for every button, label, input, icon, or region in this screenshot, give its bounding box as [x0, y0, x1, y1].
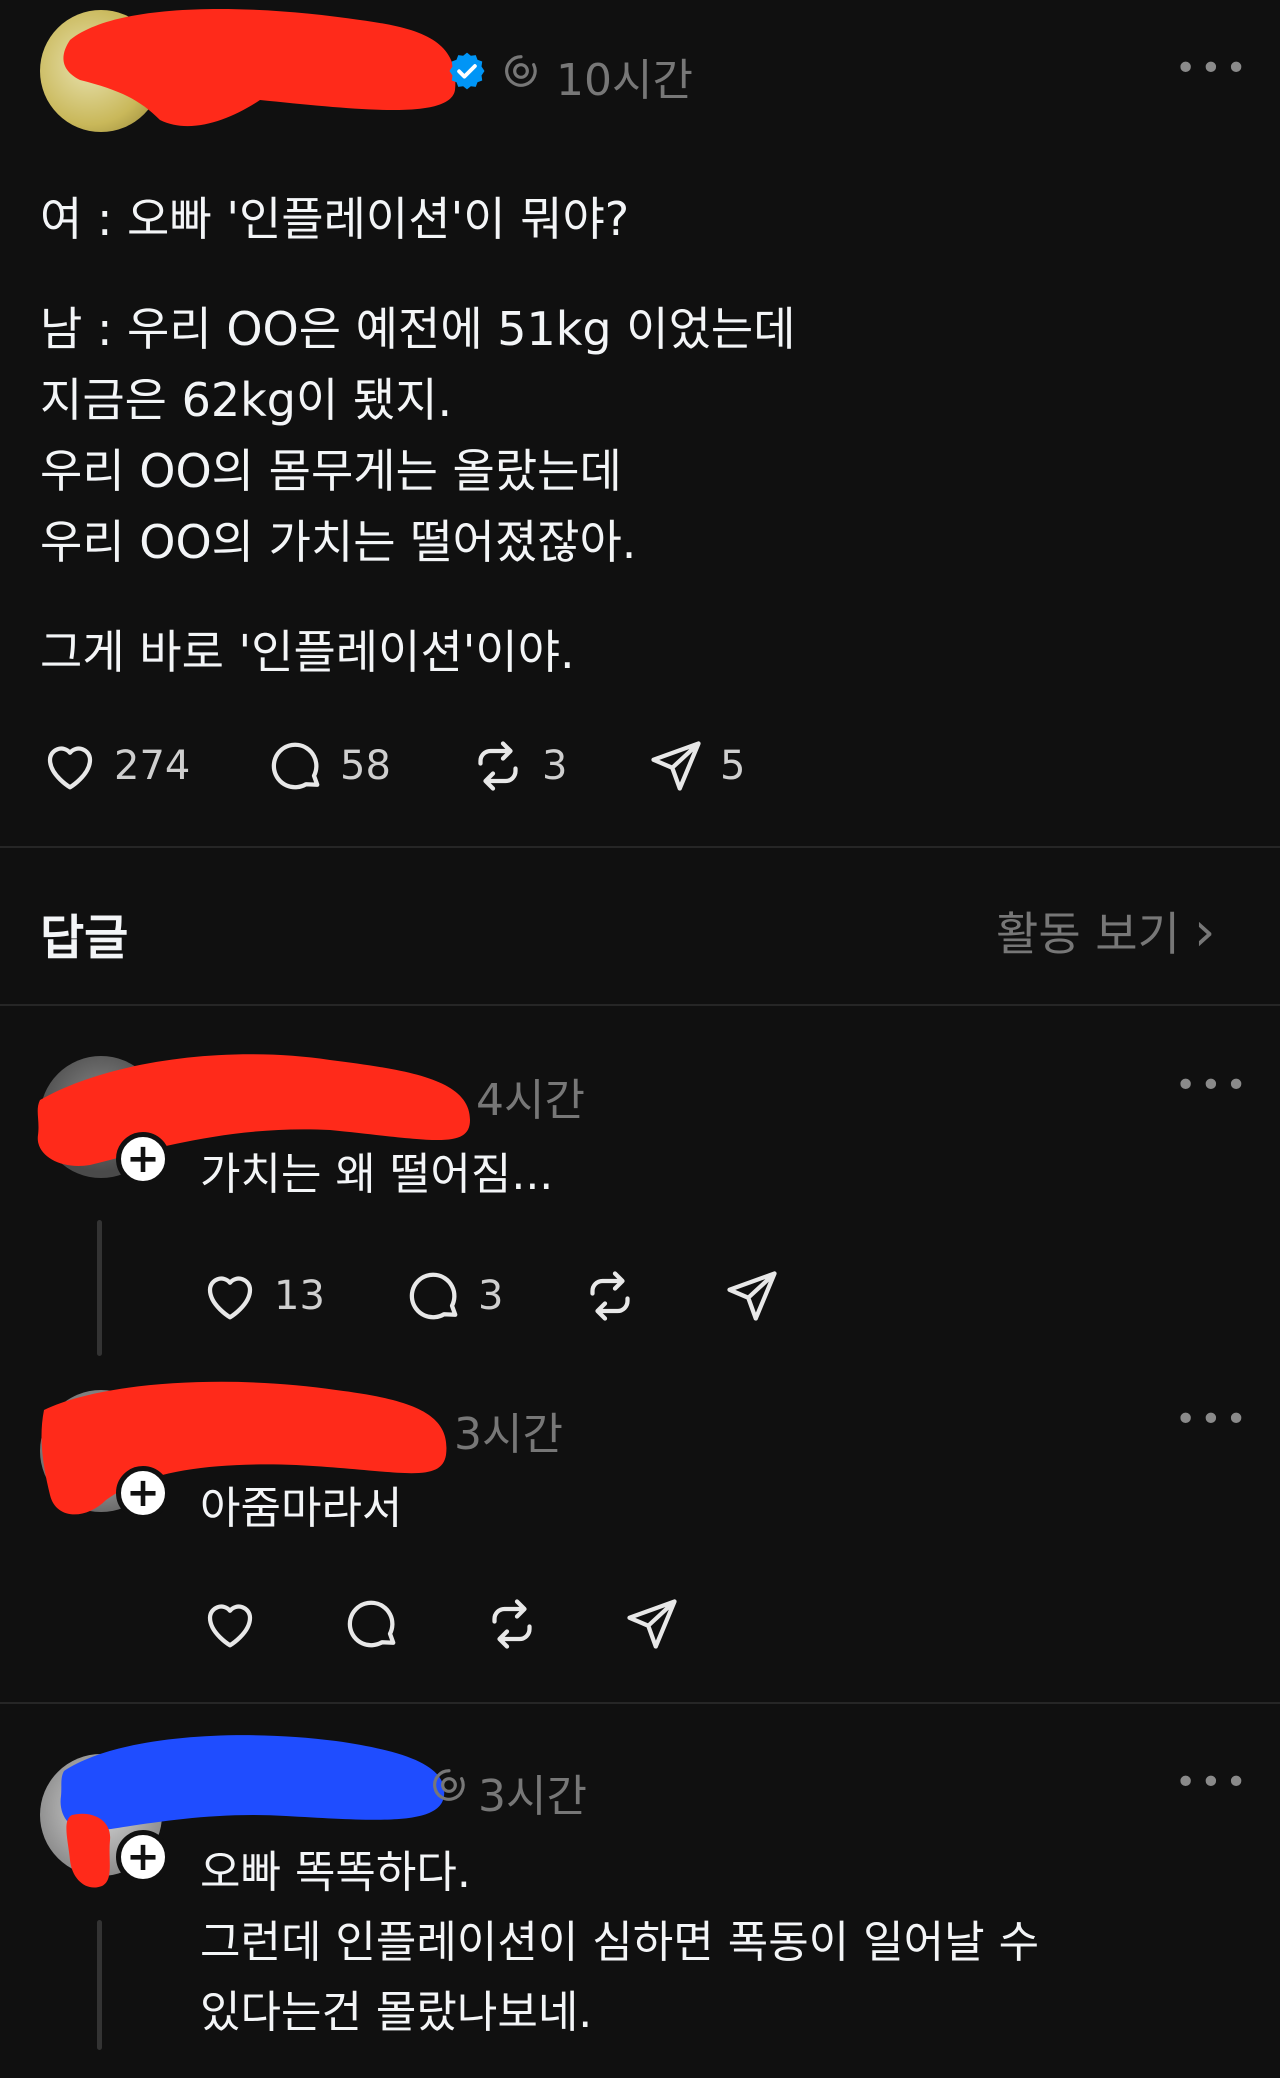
follow-plus-icon[interactable]: +	[116, 1466, 170, 1520]
heart-icon	[207, 1276, 253, 1320]
threads-icon	[433, 1769, 465, 1801]
thread-line	[97, 1220, 102, 1356]
threads-icon	[505, 55, 537, 87]
reply-text: 아줌마라서	[200, 1483, 403, 1534]
view-activity-label: 활동 보기	[996, 907, 1180, 961]
reply-text: 가치는 왜 떨어짐...	[200, 1149, 554, 1200]
share-button[interactable]	[622, 1594, 682, 1654]
repost-icon	[590, 1271, 630, 1321]
like-button[interactable]: 13	[200, 1266, 325, 1326]
repost-icon	[492, 1599, 532, 1649]
more-options-icon[interactable]: •••	[1175, 1762, 1251, 1803]
comment-count: 3	[478, 1273, 504, 1319]
repost-count: 3	[542, 743, 568, 789]
divider	[0, 1702, 1280, 1704]
redaction-mark	[66, 1813, 111, 1888]
post-body: 여 : 오빠 '인플레이션'이 뭐야? 남 : 우리 OO은 예전에 51kg …	[40, 184, 1220, 688]
repost-button[interactable]	[482, 1594, 542, 1654]
share-icon	[651, 741, 701, 791]
more-options-icon[interactable]: •••	[1175, 1399, 1251, 1440]
like-button[interactable]: 274	[40, 736, 190, 796]
repost-button[interactable]	[580, 1266, 640, 1326]
like-button[interactable]	[200, 1594, 260, 1654]
more-options-icon[interactable]: •••	[1175, 48, 1251, 89]
post-paragraph-3: 그게 바로 '인플레이션'이야.	[40, 625, 575, 679]
reply-text: 오빠 똑똑하다. 그런데 인플레이션이 심하면 폭동이 일어날 수 있다는건 몰…	[200, 1847, 1040, 2038]
chevron-right-icon: ›	[1193, 899, 1216, 963]
post-paragraph-1: 여 : 오빠 '인플레이션'이 뭐야?	[40, 192, 630, 246]
comment-button[interactable]: 3	[404, 1266, 503, 1326]
comment-button[interactable]: 58	[266, 736, 391, 796]
share-count: 5	[720, 743, 746, 789]
follow-plus-icon[interactable]: +	[116, 1132, 170, 1186]
post-paragraph-2: 남 : 우리 OO은 예전에 51kg 이었는데 지금은 62kg이 됐지. 우…	[40, 302, 796, 569]
share-button[interactable]	[722, 1266, 782, 1326]
follow-plus-icon[interactable]: +	[116, 1830, 170, 1884]
post-time: 10시간	[556, 55, 693, 106]
like-count: 13	[274, 1273, 325, 1319]
thread-line	[97, 1920, 102, 2050]
verified-icon	[449, 52, 485, 90]
comment-icon	[347, 1600, 396, 1648]
share-button[interactable]: 5	[646, 736, 745, 796]
view-activity-link[interactable]: 활동 보기 ›	[996, 898, 1216, 964]
comment-icon	[409, 1272, 458, 1320]
like-count: 274	[114, 743, 191, 789]
divider	[0, 1004, 1280, 1006]
divider	[0, 846, 1280, 848]
replies-title[interactable]: 답글	[40, 898, 128, 968]
share-icon	[627, 1599, 677, 1649]
heart-icon	[207, 1604, 253, 1648]
more-options-icon[interactable]: •••	[1175, 1065, 1251, 1106]
comment-icon	[271, 742, 320, 790]
comment-count: 58	[340, 743, 391, 789]
reply-time: 3시간	[454, 1409, 563, 1460]
share-icon	[727, 1271, 777, 1321]
repost-icon	[478, 741, 518, 791]
redaction-mark	[63, 8, 456, 127]
comment-button[interactable]	[342, 1594, 402, 1654]
heart-icon	[47, 746, 93, 790]
reply-time: 3시간	[478, 1771, 587, 1822]
reply-time: 4시간	[476, 1075, 585, 1126]
repost-button[interactable]: 3	[468, 736, 567, 796]
